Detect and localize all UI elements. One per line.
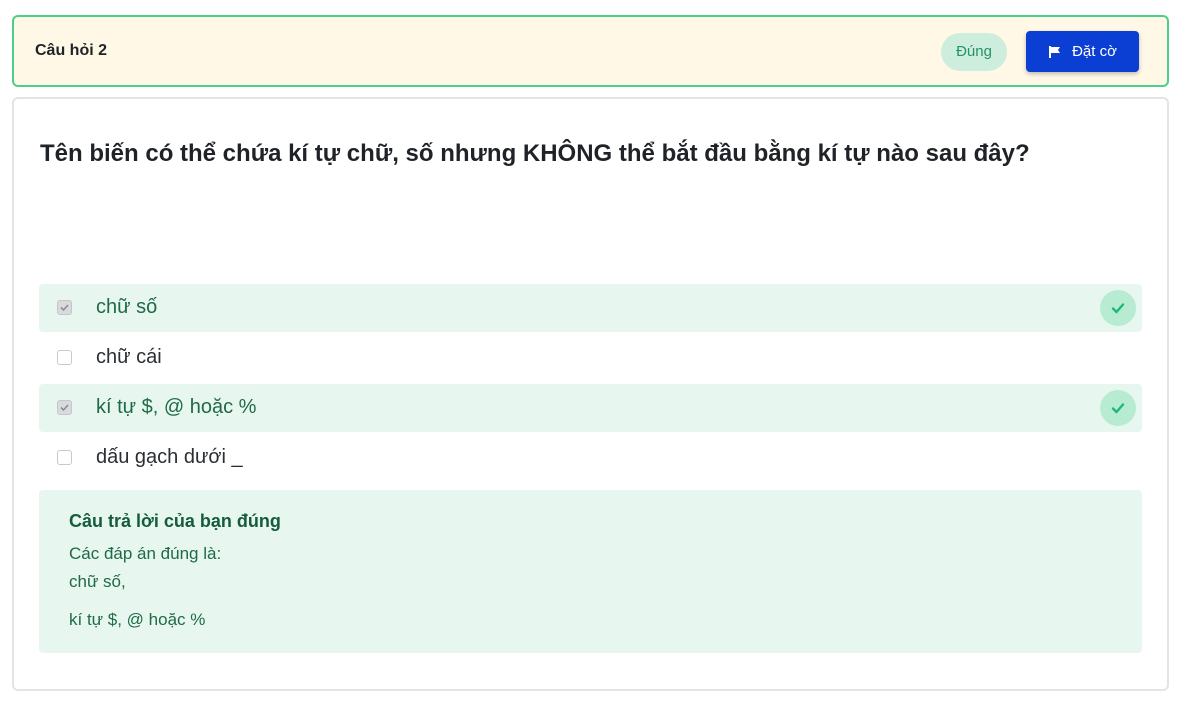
question-header: Câu hỏi 2 Đúng Đặt cờ [12,15,1169,87]
answer-option[interactable]: kí tự $, @ hoặc % [39,384,1142,432]
question-text: Tên biến có thể chứa kí tự chữ, số nhưng… [40,140,1030,167]
flag-button-label: Đặt cờ [1072,43,1117,60]
feedback-title: Câu trả lời của bạn đúng [69,511,281,531]
answer-option[interactable]: chữ cái [39,334,1142,382]
correct-check-icon [1100,390,1136,426]
option-label: chữ số [96,296,158,318]
flag-icon [1049,45,1061,58]
correct-answer-text: chữ số, [69,572,126,591]
option-label: kí tự $, @ hoặc % [96,396,257,418]
feedback-intro: Các đáp án đúng là: [69,544,222,563]
checkmark-icon [60,304,69,312]
option-label: dấu gạch dưới _ [96,446,243,468]
status-badge: Đúng [941,33,1007,71]
option-checkbox[interactable] [57,400,72,415]
option-checkbox[interactable] [57,300,72,315]
checkmark-icon [60,404,69,412]
feedback-panel: Câu trả lời của bạn đúng Các đáp án đúng… [39,490,1142,653]
correct-answer-text: kí tự $, @ hoặc % [69,610,206,629]
question-number: Câu hỏi 2 [35,42,108,59]
option-checkbox[interactable] [57,350,72,365]
flag-question-button[interactable]: Đặt cờ [1026,31,1139,72]
question-card: Tên biến có thể chứa kí tự chữ, số nhưng… [12,97,1169,691]
answer-option[interactable]: dấu gạch dưới _ [39,434,1142,482]
correct-check-icon [1100,290,1136,326]
option-checkbox[interactable] [57,450,72,465]
option-label: chữ cái [96,346,162,368]
answer-option[interactable]: chữ số [39,284,1142,332]
